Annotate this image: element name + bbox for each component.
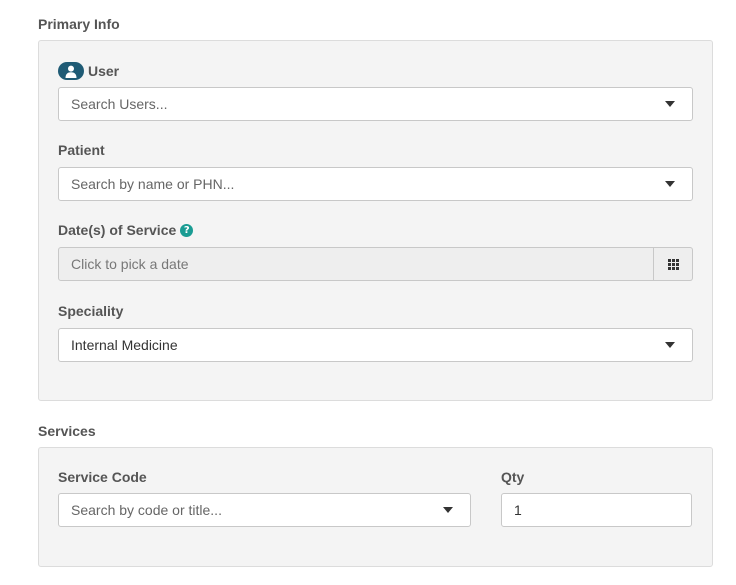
primary-info-panel: User Search Users... Patient Search by n… <box>38 40 713 401</box>
date-of-service-placeholder: Click to pick a date <box>71 256 189 272</box>
help-icon[interactable]: ? <box>180 223 194 237</box>
caret-down-icon <box>665 181 675 187</box>
services-title: Services <box>38 423 96 439</box>
qty-value: 1 <box>514 502 522 518</box>
caret-down-icon <box>443 507 453 513</box>
speciality-label: Speciality <box>58 303 124 319</box>
primary-info-title: Primary Info <box>38 16 120 32</box>
qty-label: Qty <box>501 469 525 485</box>
service-code-placeholder: Search by code or title... <box>71 502 222 518</box>
date-of-service-input[interactable]: Click to pick a date <box>58 247 654 281</box>
qty-input[interactable]: 1 <box>501 493 692 527</box>
calendar-grid-icon <box>667 258 679 270</box>
date-of-service-label-row: Date(s) of Service ? <box>58 222 194 238</box>
user-label: User <box>88 63 120 79</box>
caret-down-icon <box>665 101 675 107</box>
user-icon <box>58 62 84 80</box>
services-panel: Service Code Search by code or title... … <box>38 447 713 567</box>
service-code-select[interactable]: Search by code or title... <box>58 493 471 527</box>
caret-down-icon <box>665 342 675 348</box>
speciality-select-value: Internal Medicine <box>71 337 178 353</box>
date-of-service-label: Date(s) of Service <box>58 222 177 238</box>
user-label-row: User <box>58 62 119 80</box>
patient-select-placeholder: Search by name or PHN... <box>71 176 235 192</box>
user-select-placeholder: Search Users... <box>71 96 168 112</box>
patient-label: Patient <box>58 142 105 158</box>
user-select[interactable]: Search Users... <box>58 87 693 121</box>
speciality-select[interactable]: Internal Medicine <box>58 328 693 362</box>
patient-select[interactable]: Search by name or PHN... <box>58 167 693 201</box>
service-code-label: Service Code <box>58 469 147 485</box>
date-picker-button[interactable] <box>654 247 693 281</box>
